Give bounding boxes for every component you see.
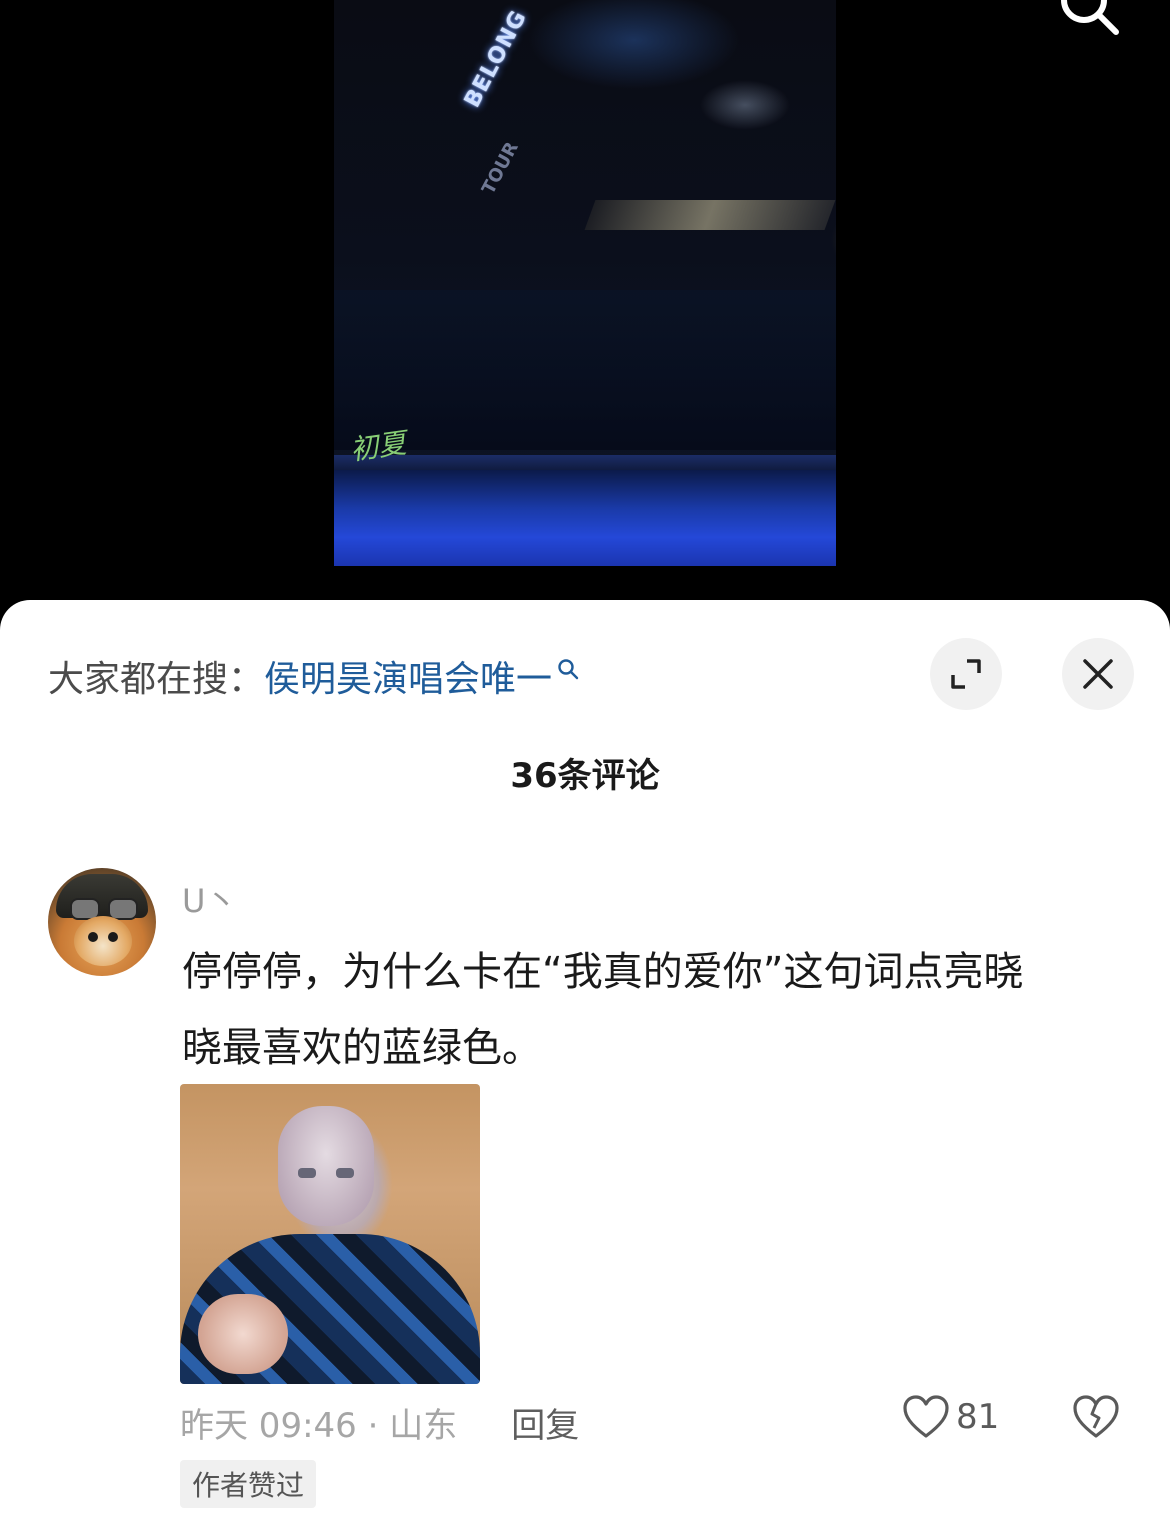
confetti-sparkles [668,0,836,566]
heart-icon [903,1395,949,1438]
close-button[interactable] [1062,638,1134,710]
like-button[interactable]: 81 [902,1394,999,1440]
hot-search-bar[interactable]: 大家都在搜： 侯明昊演唱会唯一 [48,650,580,702]
comment-count: 36条评论 [510,756,660,796]
comment-time-location: 昨天 09:46 · 山东 [180,1406,458,1446]
comment-text: 停停停，为什么卡在“我真的爱你”这句词点亮晓 晓最喜欢的蓝绿色。 [182,949,1024,1071]
expand-icon [951,659,981,689]
close-icon [1083,659,1113,689]
comment-meta: 昨天 09:46 · 山东 回复 [180,1398,579,1447]
author-liked-badge: 作者赞过 [180,1460,317,1508]
video-frame[interactable]: BELONG TOUR 初夏 [334,0,836,566]
tour-sign-text: BELONG [460,6,532,112]
dislike-button[interactable] [1072,1394,1120,1444]
hot-search-prefix: 大家都在搜： [48,659,265,700]
like-count: 81 [956,1397,1000,1437]
tour-sign-subtext: TOUR [478,138,523,198]
reply-button[interactable]: 回复 [511,1398,579,1447]
broken-heart-icon [1073,1395,1119,1438]
comment-sheet: 大家都在搜： 侯明昊演唱会唯一 36条评论 U丶 停停停，为什么卡在“我真的爱你… [0,600,1170,1524]
avatar[interactable] [48,868,156,976]
expand-button[interactable] [930,638,1002,710]
video-watermark: 初夏 [348,426,409,467]
video-player[interactable]: BELONG TOUR 初夏 [0,0,1170,640]
comment-username[interactable]: U丶 [182,876,237,922]
hot-search-query-link[interactable]: 侯明昊演唱会唯一 [264,650,552,702]
search-icon[interactable] [1052,0,1124,44]
comment-image[interactable] [180,1084,480,1384]
search-icon[interactable] [556,657,580,681]
